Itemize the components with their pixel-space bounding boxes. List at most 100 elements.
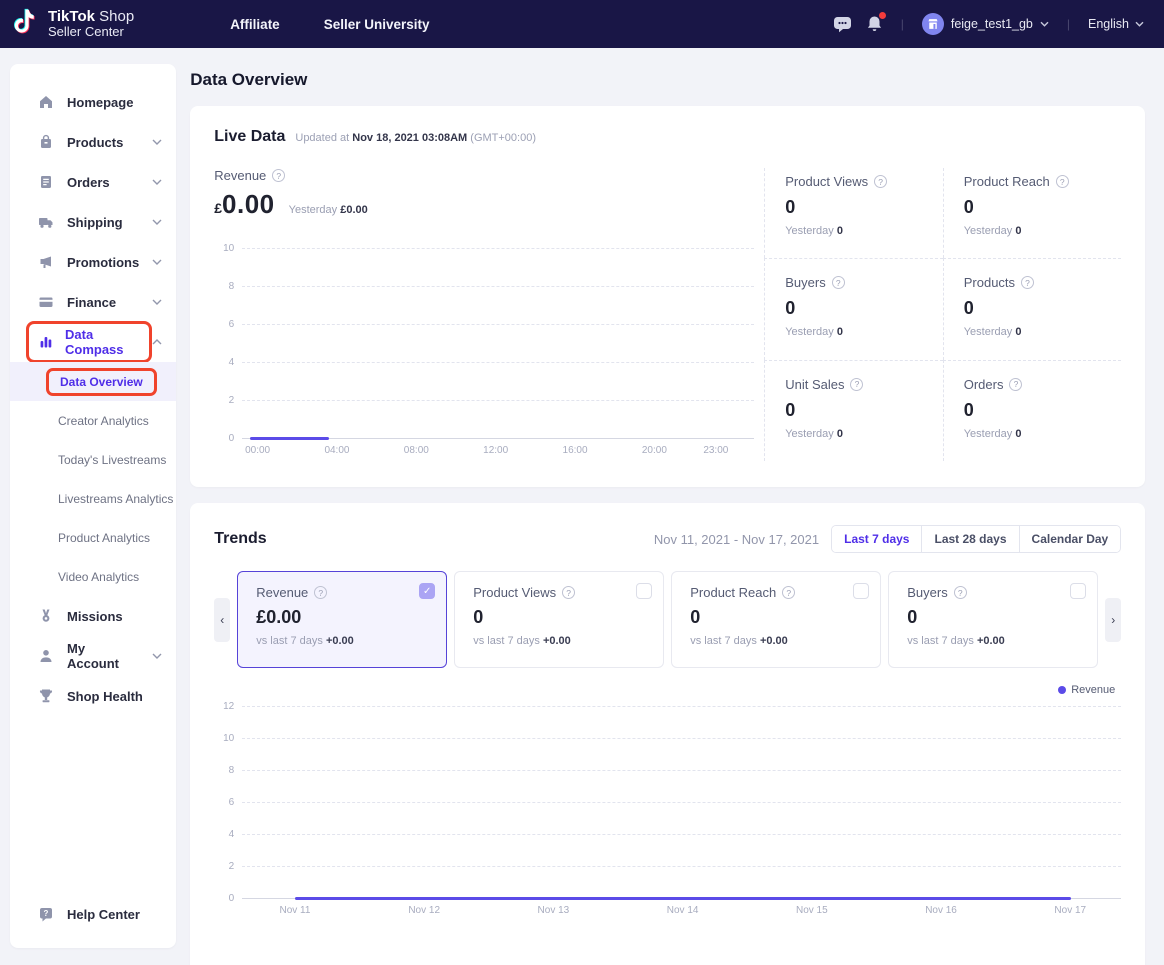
metric-product-views: Product Views? 0 Yesterday 0 [764, 168, 943, 258]
help-icon[interactable]: ? [562, 586, 575, 599]
chevron-up-icon [152, 339, 162, 345]
trends-chart-x-axis: Nov 11 Nov 12 Nov 13 Nov 14 Nov 15 Nov 1… [242, 905, 1121, 921]
help-icon[interactable]: ? [272, 169, 285, 182]
page-title: Data Overview [190, 70, 1145, 90]
revenue-line-series [295, 897, 1071, 900]
trends-card: Trends Nov 11, 2021 - Nov 17, 2021 Last … [190, 503, 1145, 965]
tiktok-note-icon [14, 8, 40, 41]
notification-bell-icon[interactable] [866, 15, 883, 33]
sidebar-subitem-video-analytics[interactable]: Video Analytics [10, 557, 176, 596]
sidebar-item-orders[interactable]: Orders [10, 162, 176, 202]
logo-text: TikTok Shop Seller Center [48, 9, 134, 38]
trophy-icon [38, 688, 54, 704]
live-data-updated: Updated at Nov 18, 2021 03:08AM (GMT+00:… [295, 132, 536, 144]
help-icon[interactable]: ? [1009, 378, 1022, 391]
svg-text:?: ? [44, 909, 49, 918]
tab-last-28-days[interactable]: Last 28 days [921, 526, 1018, 552]
revenue-yesterday: Yesterday £0.00 [289, 204, 368, 216]
sidebar-item-my-account[interactable]: My Account [10, 636, 176, 676]
chevron-down-icon [152, 139, 162, 145]
help-icon[interactable]: ? [1056, 175, 1069, 188]
help-icon[interactable]: ? [1021, 276, 1034, 289]
chevron-down-icon [1040, 21, 1049, 27]
metric-product-reach: Product Reach? 0 Yesterday 0 [943, 168, 1122, 258]
user-name: feige_test1_gb [951, 17, 1033, 31]
help-icon[interactable]: ? [954, 586, 967, 599]
metric-checkbox[interactable]: ✓ [419, 583, 435, 599]
bar-chart-icon [38, 334, 54, 350]
metric-checkbox[interactable] [636, 583, 652, 599]
help-icon[interactable]: ? [314, 586, 327, 599]
bag-icon [38, 134, 54, 150]
person-icon [38, 648, 54, 664]
legend-dot [1058, 686, 1066, 694]
chevron-down-icon [1135, 21, 1144, 27]
sidebar-item-shipping[interactable]: Shipping [10, 202, 176, 242]
carousel-right-arrow[interactable]: › [1105, 598, 1121, 642]
sidebar-subitem-todays-livestreams[interactable]: Today's Livestreams [10, 440, 176, 479]
chevron-down-icon [152, 299, 162, 305]
sidebar-subitem-data-overview[interactable]: Data Overview [10, 362, 176, 401]
help-bubble-icon: ? [38, 906, 54, 922]
metric-buyers: Buyers? 0 Yesterday 0 [764, 258, 943, 359]
date-range-tabs: Last 7 days Last 28 days Calendar Day [831, 525, 1121, 553]
avatar [922, 13, 944, 35]
chevron-down-icon [152, 219, 162, 225]
carousel-left-arrow[interactable]: ‹ [214, 598, 230, 642]
message-bubble-icon[interactable] [833, 16, 852, 33]
sidebar-subitem-livestreams-analytics[interactable]: Livestreams Analytics [10, 479, 176, 518]
top-navbar: TikTok Shop Seller Center Affiliate Sell… [0, 0, 1164, 48]
trend-card-product-reach[interactable]: Product Reach? 0 vs last 7 days +0.00 [671, 571, 881, 668]
home-icon [38, 94, 54, 110]
annotation-box-data-overview: Data Overview [46, 368, 157, 396]
sidebar-item-shop-health[interactable]: Shop Health [10, 676, 176, 716]
live-revenue-chart: 10 8 6 4 2 0 00:00 04:00 08:00 12 [214, 248, 754, 461]
trend-card-revenue[interactable]: Revenue? ✓ £0.00 vs last 7 days +0.00 [237, 571, 447, 668]
legend-item-revenue[interactable]: Revenue [1058, 684, 1115, 696]
account-menu[interactable]: feige_test1_gb [922, 13, 1049, 35]
annotation-box-data-compass: Data Compass [26, 321, 152, 363]
live-data-card: Live Data Updated at Nov 18, 2021 03:08A… [190, 106, 1145, 487]
chevron-down-icon [152, 653, 162, 659]
sidebar-item-promotions[interactable]: Promotions [10, 242, 176, 282]
tiktok-shop-logo[interactable]: TikTok Shop Seller Center [14, 8, 134, 41]
metric-orders: Orders? 0 Yesterday 0 [943, 360, 1122, 461]
help-icon[interactable]: ? [874, 175, 887, 188]
truck-icon [38, 214, 54, 230]
tab-last-7-days[interactable]: Last 7 days [832, 526, 921, 552]
metric-unit-sales: Unit Sales? 0 Yesterday 0 [764, 360, 943, 461]
revenue-amount: £0.00 [214, 189, 274, 220]
sidebar-subitem-product-analytics[interactable]: Product Analytics [10, 518, 176, 557]
megaphone-icon [38, 254, 54, 270]
sidebar-item-finance[interactable]: Finance [10, 282, 176, 322]
help-icon[interactable]: ? [782, 586, 795, 599]
trends-title: Trends [214, 530, 266, 548]
nav-link-seller-university[interactable]: Seller University [324, 17, 430, 32]
chevron-down-icon [152, 179, 162, 185]
live-metrics-grid: Product Views? 0 Yesterday 0 Product Rea… [764, 168, 1121, 461]
trend-card-buyers[interactable]: Buyers? 0 vs last 7 days +0.00 [888, 571, 1098, 668]
date-range: Nov 11, 2021 - Nov 17, 2021 [654, 532, 819, 547]
help-icon[interactable]: ? [850, 378, 863, 391]
language-switcher[interactable]: English [1088, 17, 1144, 31]
sidebar-item-data-compass[interactable]: Data Compass [10, 322, 176, 362]
sidebar-item-missions[interactable]: Missions [10, 596, 176, 636]
metric-products: Products? 0 Yesterday 0 [943, 258, 1122, 359]
metric-checkbox[interactable] [853, 583, 869, 599]
notification-dot [879, 12, 886, 19]
document-icon [38, 174, 54, 190]
divider: | [1067, 17, 1070, 31]
sidebar-item-homepage[interactable]: Homepage [10, 82, 176, 122]
trend-card-product-views[interactable]: Product Views? 0 vs last 7 days +0.00 [454, 571, 664, 668]
sidebar-item-products[interactable]: Products [10, 122, 176, 162]
revenue-line-series [250, 437, 329, 440]
tab-calendar-day[interactable]: Calendar Day [1019, 526, 1121, 552]
nav-link-affiliate[interactable]: Affiliate [230, 17, 280, 32]
live-data-title: Live Data [214, 128, 285, 146]
help-icon[interactable]: ? [832, 276, 845, 289]
chevron-down-icon [152, 259, 162, 265]
divider: | [901, 17, 904, 31]
sidebar-subitem-creator-analytics[interactable]: Creator Analytics [10, 401, 176, 440]
metric-checkbox[interactable] [1070, 583, 1086, 599]
sidebar-item-help-center[interactable]: ? Help Center [10, 894, 176, 934]
